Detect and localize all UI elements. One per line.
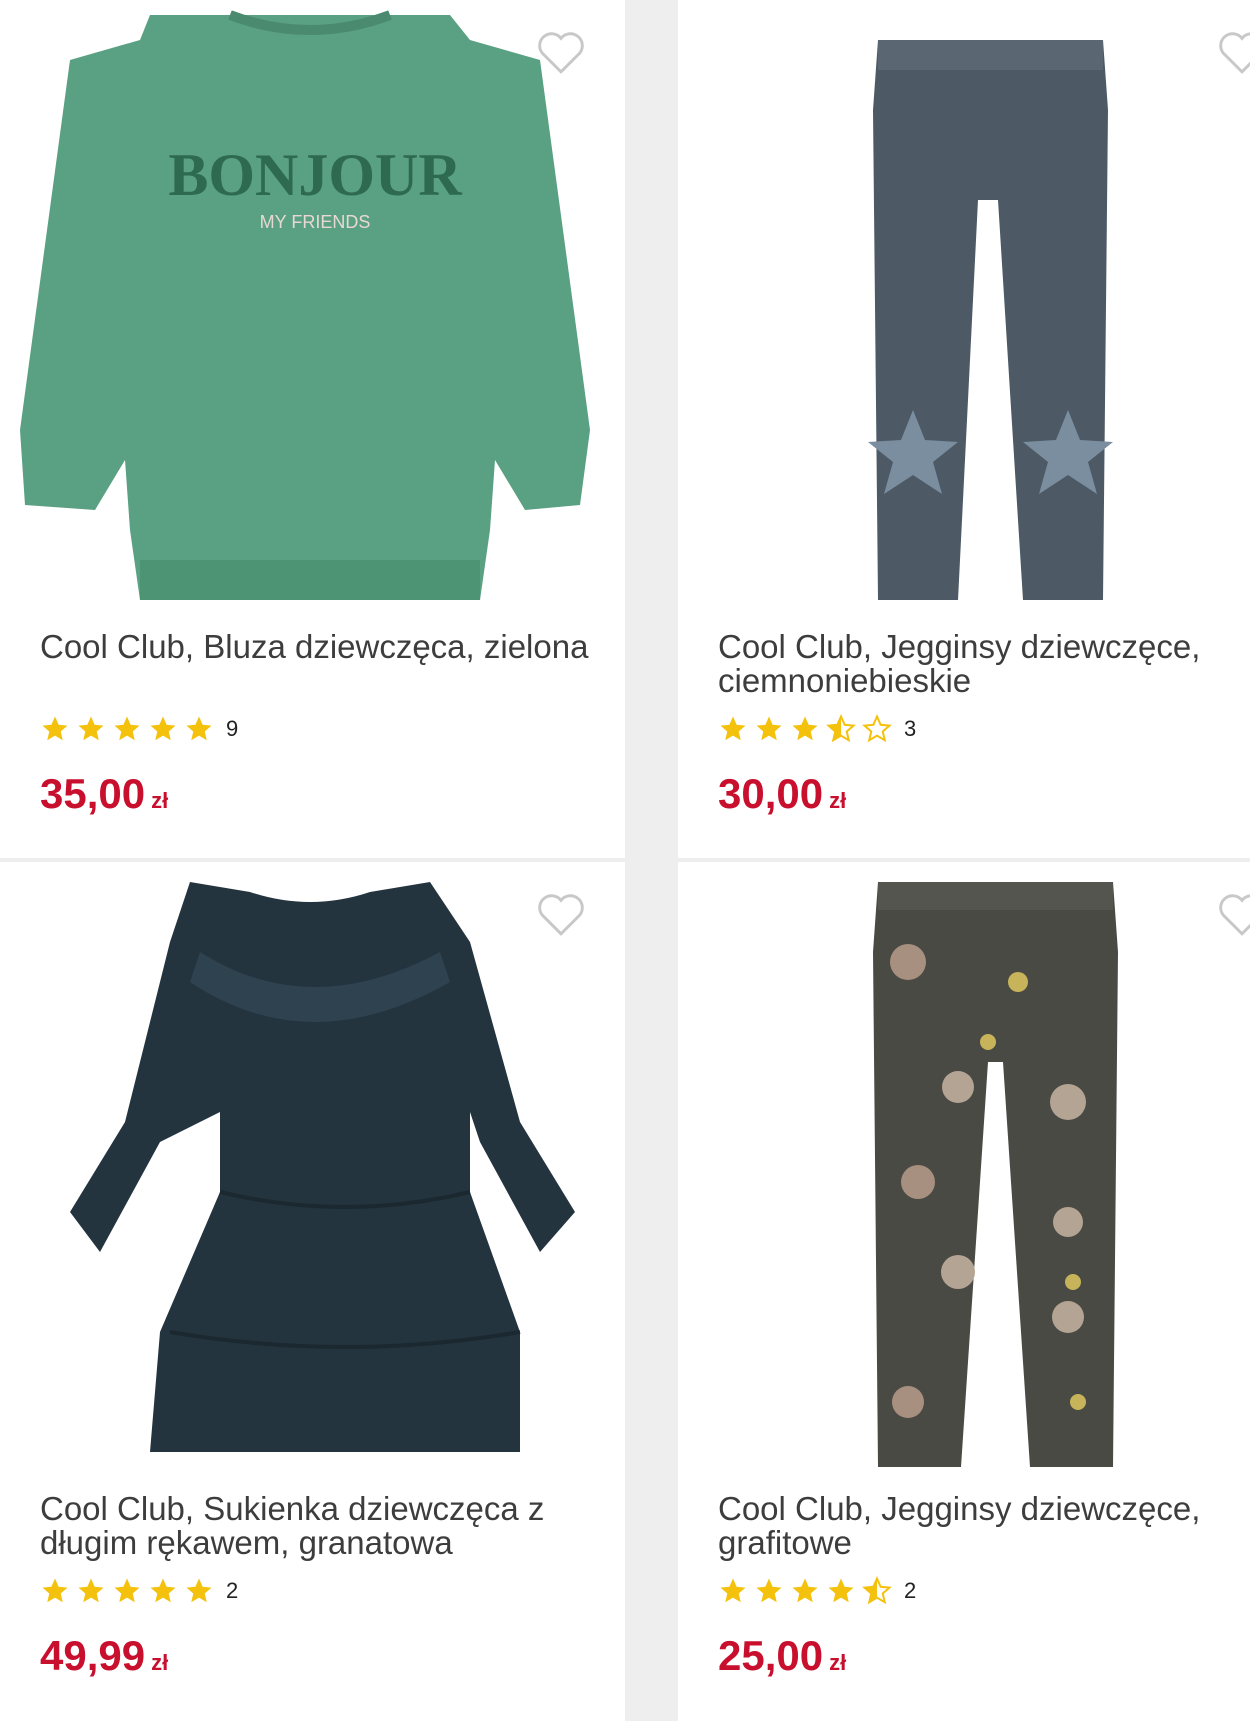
product-title[interactable]: Cool Club, Jegginsy dziewczęce, grafitow…: [718, 1492, 1250, 1560]
price-currency: zł: [151, 788, 169, 813]
product-card[interactable]: Cool Club, Jegginsy dziewczęce, grafitow…: [678, 862, 1250, 1721]
shirt-print-text: BONJOUR: [168, 142, 462, 208]
star-filled-icon: [42, 1578, 68, 1603]
product-price: 25,00 zł: [718, 1632, 846, 1687]
star-filled-icon: [756, 1578, 782, 1603]
product-image[interactable]: BONJOUR MY FRIENDS: [0, 0, 625, 615]
product-title[interactable]: Cool Club, Sukienka dziewczęca z długim …: [40, 1492, 600, 1560]
star-half-icon: [862, 1576, 892, 1605]
star-filled-icon: [150, 1578, 176, 1603]
star-filled-icon: [792, 716, 818, 741]
review-count: 2: [904, 1578, 917, 1603]
star-filled-icon: [114, 1578, 140, 1603]
star-filled-icon: [720, 716, 746, 741]
product-image[interactable]: [678, 862, 1250, 1477]
star-half-icon: [826, 714, 856, 743]
product-rating: 2: [40, 1574, 238, 1608]
star-filled-icon: [792, 1578, 818, 1603]
star-filled-icon: [42, 716, 68, 741]
review-count: 3: [904, 716, 917, 741]
review-count: 9: [226, 716, 239, 741]
heart-outline-icon[interactable]: [535, 30, 587, 76]
heart-outline-icon[interactable]: [1216, 30, 1250, 76]
star-filled-icon: [186, 1578, 212, 1603]
product-image[interactable]: [0, 862, 625, 1477]
price-currency: zł: [151, 1650, 169, 1675]
product-price: 49,99 zł: [40, 1632, 168, 1687]
product-card[interactable]: BONJOUR MY FRIENDS Cool Club, Bluza dzie…: [0, 0, 625, 858]
review-count: 2: [226, 1578, 239, 1603]
star-filled-icon: [78, 1578, 104, 1603]
price-currency: zł: [829, 788, 847, 813]
star-empty-icon: [862, 714, 892, 743]
star-filled-icon: [78, 716, 104, 741]
product-card[interactable]: Cool Club, Jegginsy dziewczęce, ciemnoni…: [678, 0, 1250, 858]
product-rating: 9: [40, 712, 238, 746]
star-filled-icon: [114, 716, 140, 741]
price-value: 25,00: [718, 1632, 824, 1679]
star-filled-icon: [186, 716, 212, 741]
product-price: 35,00 zł: [40, 770, 168, 825]
product-title[interactable]: Cool Club, Jegginsy dziewczęce, ciemnoni…: [718, 630, 1250, 698]
price-currency: zł: [829, 1650, 847, 1675]
price-value: 49,99: [40, 1632, 146, 1679]
product-card[interactable]: Cool Club, Sukienka dziewczęca z długim …: [0, 862, 625, 1721]
product-rating: 2: [718, 1574, 916, 1608]
product-price: 30,00 zł: [718, 770, 846, 825]
star-filled-icon: [828, 1578, 854, 1603]
star-filled-icon: [756, 716, 782, 741]
star-filled-icon: [150, 716, 176, 741]
heart-outline-icon[interactable]: [1216, 892, 1250, 938]
price-value: 30,00: [718, 770, 824, 817]
heart-outline-icon[interactable]: [535, 892, 587, 938]
product-grid: BONJOUR MY FRIENDS Cool Club, Bluza dzie…: [0, 0, 1250, 1721]
product-image[interactable]: [678, 0, 1250, 615]
product-title[interactable]: Cool Club, Bluza dziewczęca, zielona: [40, 630, 600, 664]
product-rating: 3: [718, 712, 916, 746]
shirt-print-subtext: MY FRIENDS: [260, 212, 371, 232]
star-filled-icon: [720, 1578, 746, 1603]
price-value: 35,00: [40, 770, 146, 817]
